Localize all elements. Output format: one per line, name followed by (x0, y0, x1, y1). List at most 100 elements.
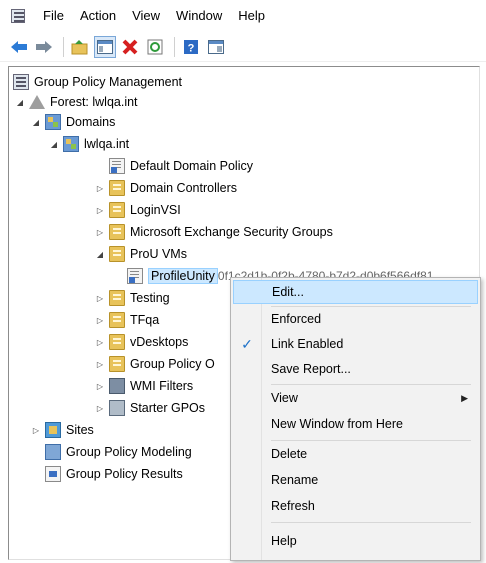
expand-arrow-icon[interactable]: ▷ (95, 199, 105, 221)
collapse-arrow-icon[interactable]: ◢ (49, 133, 59, 155)
menu-item-help[interactable]: Help (233, 529, 478, 553)
expand-arrow-icon[interactable]: ▷ (95, 331, 105, 353)
menu-item-view[interactable]: View ▶ (233, 386, 478, 410)
tree-node-exchange-groups[interactable]: ▷ Microsoft Exchange Security Groups (95, 221, 333, 243)
up-folder-icon[interactable] (69, 36, 91, 58)
menu-item-enforced[interactable]: Enforced (233, 307, 478, 331)
results-icon (45, 466, 61, 482)
checkmark-icon: ✓ (241, 335, 253, 352)
expand-arrow-icon[interactable]: ▷ (95, 221, 105, 243)
ou-folder-icon (109, 334, 125, 350)
gpo-link-icon (109, 158, 125, 174)
tree-node-label: TFqa (130, 313, 160, 327)
menu-help[interactable]: Help (230, 0, 273, 32)
tree-node-group-policy-objects[interactable]: ▷ Group Policy O (95, 353, 215, 375)
menu-item-rename[interactable]: Rename (233, 468, 478, 492)
menu-item-edit[interactable]: Edit... (233, 280, 478, 304)
tree-node-label: Forest: lwlqa.int (50, 95, 138, 109)
submenu-arrow-icon: ▶ (461, 392, 468, 403)
help-icon[interactable]: ? (180, 36, 202, 58)
ou-folder-icon (109, 246, 125, 262)
gpo-container-icon (109, 356, 125, 372)
tree-node-label: Default Domain Policy (130, 159, 253, 173)
expand-arrow-icon[interactable]: ▷ (95, 397, 105, 419)
sites-icon (45, 422, 61, 438)
expand-arrow-icon[interactable]: ▷ (95, 353, 105, 375)
tree-node-domain-controllers[interactable]: ▷ Domain Controllers (95, 177, 237, 199)
tree-node-domains[interactable]: ◢ Domains (31, 111, 115, 133)
tree-node-label: Group Policy Management (34, 75, 182, 89)
menu-bar: File Action View Window Help (0, 0, 486, 32)
menu-item-link-enabled[interactable]: ✓ Link Enabled (233, 332, 478, 356)
expand-arrow-icon[interactable]: ▷ (95, 375, 105, 397)
tree-node-label: Testing (130, 291, 170, 305)
tree-node-loginvsi[interactable]: ▷ LoginVSI (95, 199, 181, 221)
tree-node-results[interactable]: Group Policy Results (45, 463, 183, 485)
properties-icon[interactable] (205, 36, 227, 58)
menu-view[interactable]: View (124, 0, 168, 32)
ou-folder-icon (109, 312, 125, 328)
menu-file[interactable]: File (35, 0, 72, 32)
back-arrow-icon[interactable] (8, 36, 30, 58)
refresh-icon[interactable] (144, 36, 166, 58)
tree-node-label: LoginVSI (130, 203, 181, 217)
tree-node-prou-vms[interactable]: ◢ ProU VMs (95, 243, 187, 265)
tree-node-label: Domain Controllers (130, 181, 237, 195)
group-policy-management-icon (13, 74, 29, 90)
expand-arrow-icon[interactable]: ▷ (31, 419, 41, 441)
menu-item-label: Refresh (271, 499, 315, 513)
ou-folder-icon (109, 180, 125, 196)
tree-node-label: Sites (66, 423, 94, 437)
expand-arrow-icon[interactable]: ▷ (95, 309, 105, 331)
menu-action[interactable]: Action (72, 0, 124, 32)
menu-item-delete[interactable]: Delete (233, 442, 478, 466)
tree-node-label: ProU VMs (130, 247, 187, 261)
menu-item-refresh[interactable]: Refresh (233, 494, 478, 518)
tree-node-root[interactable]: Group Policy Management (13, 71, 182, 93)
forward-arrow-icon[interactable] (33, 36, 55, 58)
menu-item-label: New Window from Here (271, 417, 403, 431)
menu-window[interactable]: Window (168, 0, 230, 32)
context-menu: Edit... Enforced ✓ Link Enabled Save Rep… (230, 277, 481, 561)
tree-node-starter-gpos[interactable]: ▷ Starter GPOs (95, 397, 205, 419)
gpo-link-icon (127, 268, 143, 284)
expand-arrow-icon[interactable]: ▷ (95, 177, 105, 199)
domains-icon (45, 114, 61, 130)
tree-node-modeling[interactable]: Group Policy Modeling (45, 441, 192, 463)
tree-node-label: Microsoft Exchange Security Groups (130, 225, 333, 239)
tree-node-label: ProfileUnity (148, 268, 218, 284)
tree-node-vdesktops[interactable]: ▷ vDesktops (95, 331, 188, 353)
menu-item-save-report[interactable]: Save Report... (233, 357, 478, 381)
delete-icon[interactable] (119, 36, 141, 58)
menu-item-label: Link Enabled (271, 337, 344, 351)
tree-node-sites[interactable]: ▷ Sites (31, 419, 94, 441)
tree-node-label: Group Policy Results (66, 467, 183, 481)
wmi-filter-icon (109, 378, 125, 394)
starter-gpo-icon (109, 400, 125, 416)
show-hide-tree-icon[interactable] (94, 35, 116, 58)
tree-node-default-domain-policy[interactable]: Default Domain Policy (109, 155, 253, 177)
collapse-arrow-icon[interactable]: ◢ (15, 91, 25, 113)
menu-separator (271, 384, 471, 385)
collapse-arrow-icon[interactable]: ◢ (95, 243, 105, 265)
menu-item-label: View (271, 391, 298, 405)
ou-folder-icon (109, 224, 125, 240)
expand-arrow-icon[interactable]: ▷ (95, 287, 105, 309)
tree-node-domain[interactable]: ◢ lwlqa.int (49, 133, 129, 155)
menu-item-label: Edit... (272, 285, 304, 299)
menu-item-new-window[interactable]: New Window from Here (233, 412, 478, 436)
svg-text:?: ? (188, 42, 195, 54)
menu-item-label: Delete (271, 447, 308, 461)
app-icon (11, 9, 25, 23)
tree-node-wmi-filters[interactable]: ▷ WMI Filters (95, 375, 193, 397)
toolbar-separator (63, 36, 64, 57)
domain-icon (63, 136, 79, 152)
toolbar-separator (174, 36, 175, 57)
menu-separator (271, 440, 471, 441)
tree-node-testing[interactable]: ▷ Testing (95, 287, 170, 309)
forest-icon (29, 94, 45, 110)
ou-folder-icon (109, 202, 125, 218)
collapse-arrow-icon[interactable]: ◢ (31, 111, 41, 133)
tree-node-tfqa[interactable]: ▷ TFqa (95, 309, 159, 331)
tree-node-forest[interactable]: ◢ Forest: lwlqa.int (15, 91, 138, 113)
